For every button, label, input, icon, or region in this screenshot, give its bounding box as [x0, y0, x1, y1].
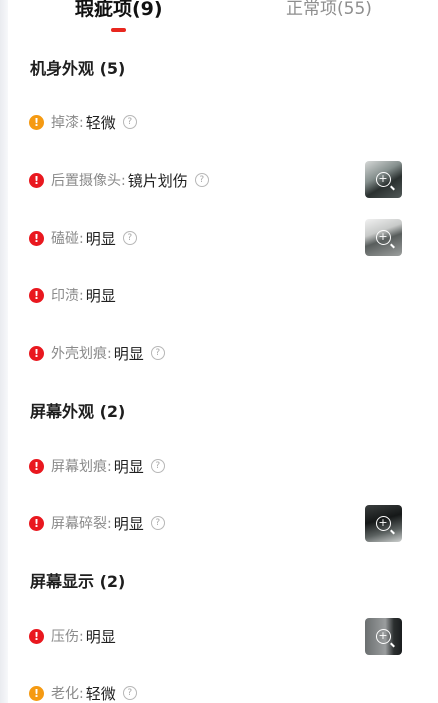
item-level: 轻微 — [85, 684, 116, 703]
list-item-aging: ! 老化: 轻微 ? — [29, 682, 137, 703]
section-title-screen-display: 屏幕显示 (2) — [30, 572, 126, 591]
zoom-in-icon: + — [375, 229, 391, 245]
zoom-in-icon: + — [375, 171, 391, 187]
list-item-pressure-mark: ! 压伤: 明显 — [29, 625, 116, 647]
photo-thumbnail[interactable]: + — [365, 161, 402, 198]
help-icon[interactable]: ? — [122, 115, 137, 129]
list-item-screen-crack: ! 屏幕碎裂: 明显 ? — [29, 512, 165, 534]
photo-thumbnail[interactable]: + — [365, 505, 402, 542]
item-level: 明显 — [113, 344, 144, 363]
item-name: 屏幕碎裂: — [51, 516, 112, 532]
item-level: 轻微 — [85, 113, 116, 132]
list-item-screen-scratch: ! 屏幕划痕: 明显 ? — [29, 455, 165, 477]
active-tab-indicator — [111, 28, 126, 32]
item-level: 明显 — [113, 514, 144, 533]
left-edge-shadow — [0, 0, 8, 703]
item-level: 明显 — [113, 457, 144, 476]
list-item-stain: ! 印渍: 明显 — [29, 284, 116, 306]
exclamation-icon: ! — [29, 345, 44, 361]
tab-bar: 瑕疵项(9) 正常项(55) — [0, 0, 438, 40]
help-icon[interactable]: ? — [150, 459, 165, 473]
item-name: 磕碰: — [51, 231, 84, 247]
item-name: 屏幕划痕: — [51, 459, 112, 475]
help-icon[interactable]: ? — [122, 686, 137, 700]
item-name: 后置摄像头: — [51, 173, 126, 189]
item-level: 明显 — [85, 627, 116, 646]
item-name: 压伤: — [51, 629, 84, 645]
list-item-paint-loss: ! 掉漆: 轻微 ? — [29, 111, 137, 133]
item-level: 明显 — [85, 229, 116, 248]
photo-thumbnail[interactable]: + — [365, 219, 402, 256]
item-name: 掉漆: — [51, 115, 84, 131]
zoom-in-icon: + — [375, 628, 391, 644]
exclamation-icon: ! — [29, 515, 44, 531]
zoom-in-icon: + — [375, 515, 391, 531]
exclamation-icon: ! — [29, 685, 44, 701]
help-icon[interactable]: ? — [194, 173, 209, 187]
item-name: 老化: — [51, 686, 84, 702]
help-icon[interactable]: ? — [150, 346, 165, 360]
item-name: 外壳划痕: — [51, 346, 112, 362]
list-item-dent: ! 磕碰: 明显 ? — [29, 227, 137, 249]
section-title-body-appearance: 机身外观 (5) — [30, 59, 126, 78]
item-name: 印渍: — [51, 288, 84, 304]
list-item-rear-camera: ! 后置摄像头: 镜片划伤 ? — [29, 169, 209, 191]
item-level: 镜片划伤 — [127, 171, 188, 190]
exclamation-icon: ! — [29, 458, 44, 474]
exclamation-icon: ! — [29, 114, 44, 130]
exclamation-icon: ! — [29, 230, 44, 246]
help-icon[interactable]: ? — [150, 516, 165, 530]
help-icon[interactable]: ? — [122, 231, 137, 245]
section-title-screen-appearance: 屏幕外观 (2) — [30, 402, 126, 421]
tab-normal[interactable]: 正常项(55) — [286, 0, 372, 22]
inspection-report-page: 瑕疵项(9) 正常项(55) 机身外观 (5) ! 掉漆: 轻微 ? ! 后置摄… — [0, 0, 438, 703]
exclamation-icon: ! — [29, 287, 44, 303]
exclamation-icon: ! — [29, 628, 44, 644]
tab-defects[interactable]: 瑕疵项(9) — [75, 0, 163, 22]
item-level: 明显 — [85, 286, 116, 305]
exclamation-icon: ! — [29, 172, 44, 188]
list-item-shell-scratch: ! 外壳划痕: 明显 ? — [29, 342, 165, 364]
photo-thumbnail[interactable]: + — [365, 618, 402, 655]
